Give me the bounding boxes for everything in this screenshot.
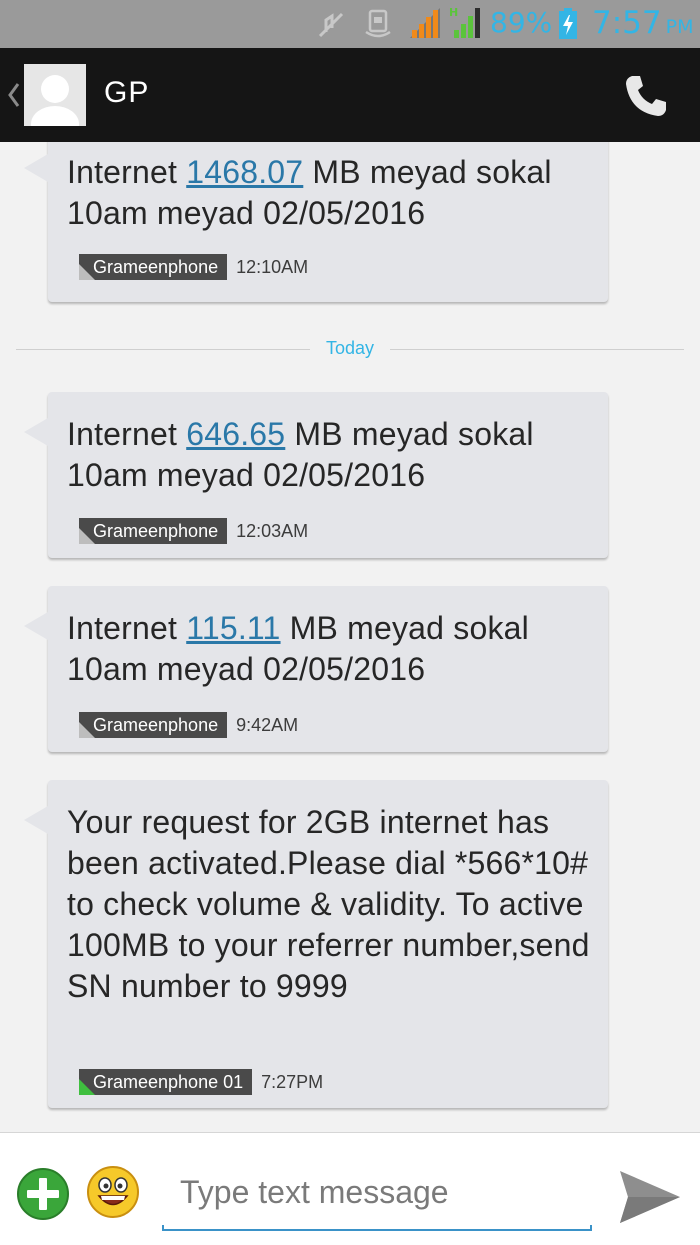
clock-time: 7:57: [592, 5, 662, 41]
attach-plus-icon[interactable]: [16, 1167, 70, 1221]
send-icon[interactable]: [616, 1165, 684, 1229]
status-clock: 7:57 PM: [592, 5, 693, 41]
status-bar: H 89% 7:57 PM: [0, 0, 700, 48]
sim-badge: Grameenphone: [79, 518, 228, 544]
message-time: 7:27PM: [261, 1071, 324, 1092]
message-bubble[interactable]: Internet 1468.07 MB meyad sokal 10am mey…: [24, 142, 608, 302]
message-time: 9:42AM: [236, 714, 299, 735]
message-text: Internet 646.65 MB meyad sokal 10am meya…: [67, 416, 534, 493]
signal-sim2-icon: H: [449, 6, 480, 38]
conversation-header: GP: [0, 48, 700, 142]
message-meta: Grameenphone 01 7:27PM: [79, 1069, 323, 1095]
message-meta: Grameenphone 12:03AM: [79, 518, 308, 544]
compose-bar: [0, 1132, 700, 1245]
message-bubble[interactable]: Internet 646.65 MB meyad sokal 10am meya…: [24, 392, 608, 558]
message-time: 12:03AM: [236, 520, 309, 541]
message-time: 12:10AM: [236, 256, 309, 277]
date-divider: Today: [325, 338, 375, 358]
phone-icon[interactable]: [622, 72, 670, 120]
message-text: Internet 115.11 MB meyad sokal 10am meya…: [67, 610, 529, 687]
sim-badge: Grameenphone 01: [79, 1069, 253, 1095]
signal-sim1-icon: [410, 8, 440, 38]
message-input[interactable]: [164, 1155, 592, 1229]
svg-text:H: H: [449, 6, 458, 19]
message-text: Internet 1468.07 MB meyad sokal 10am mey…: [67, 154, 552, 231]
message-meta: Grameenphone 12:10AM: [79, 254, 308, 280]
input-underline: [162, 1225, 592, 1231]
message-bubble[interactable]: Internet 115.11 MB meyad sokal 10am meya…: [24, 586, 608, 752]
mute-icon: [318, 12, 344, 38]
sim-badge: Grameenphone: [79, 254, 228, 280]
battery-charging-icon: [559, 8, 577, 39]
battery-percent: 89%: [490, 6, 553, 39]
message-link[interactable]: 646.65: [186, 416, 285, 452]
clock-ampm: PM: [665, 16, 694, 38]
sync-icon: [365, 9, 391, 38]
message-bubble[interactable]: Your request for 2GB internet has been a…: [24, 780, 608, 1108]
avatar-icon: [24, 64, 86, 126]
sim-badge: Grameenphone: [79, 712, 228, 738]
message-list[interactable]: Internet 1468.07 MB meyad sokal 10am mey…: [0, 142, 700, 1132]
message-text: Your request for 2GB internet has been a…: [67, 804, 590, 1004]
contact-name[interactable]: GP: [104, 76, 149, 110]
message-meta: Grameenphone 9:42AM: [79, 712, 298, 738]
message-link[interactable]: 1468.07: [186, 154, 303, 190]
back-icon[interactable]: [7, 82, 21, 108]
emoji-icon[interactable]: [86, 1165, 140, 1219]
message-link[interactable]: 115.11: [186, 610, 280, 646]
avatar[interactable]: [24, 64, 86, 126]
